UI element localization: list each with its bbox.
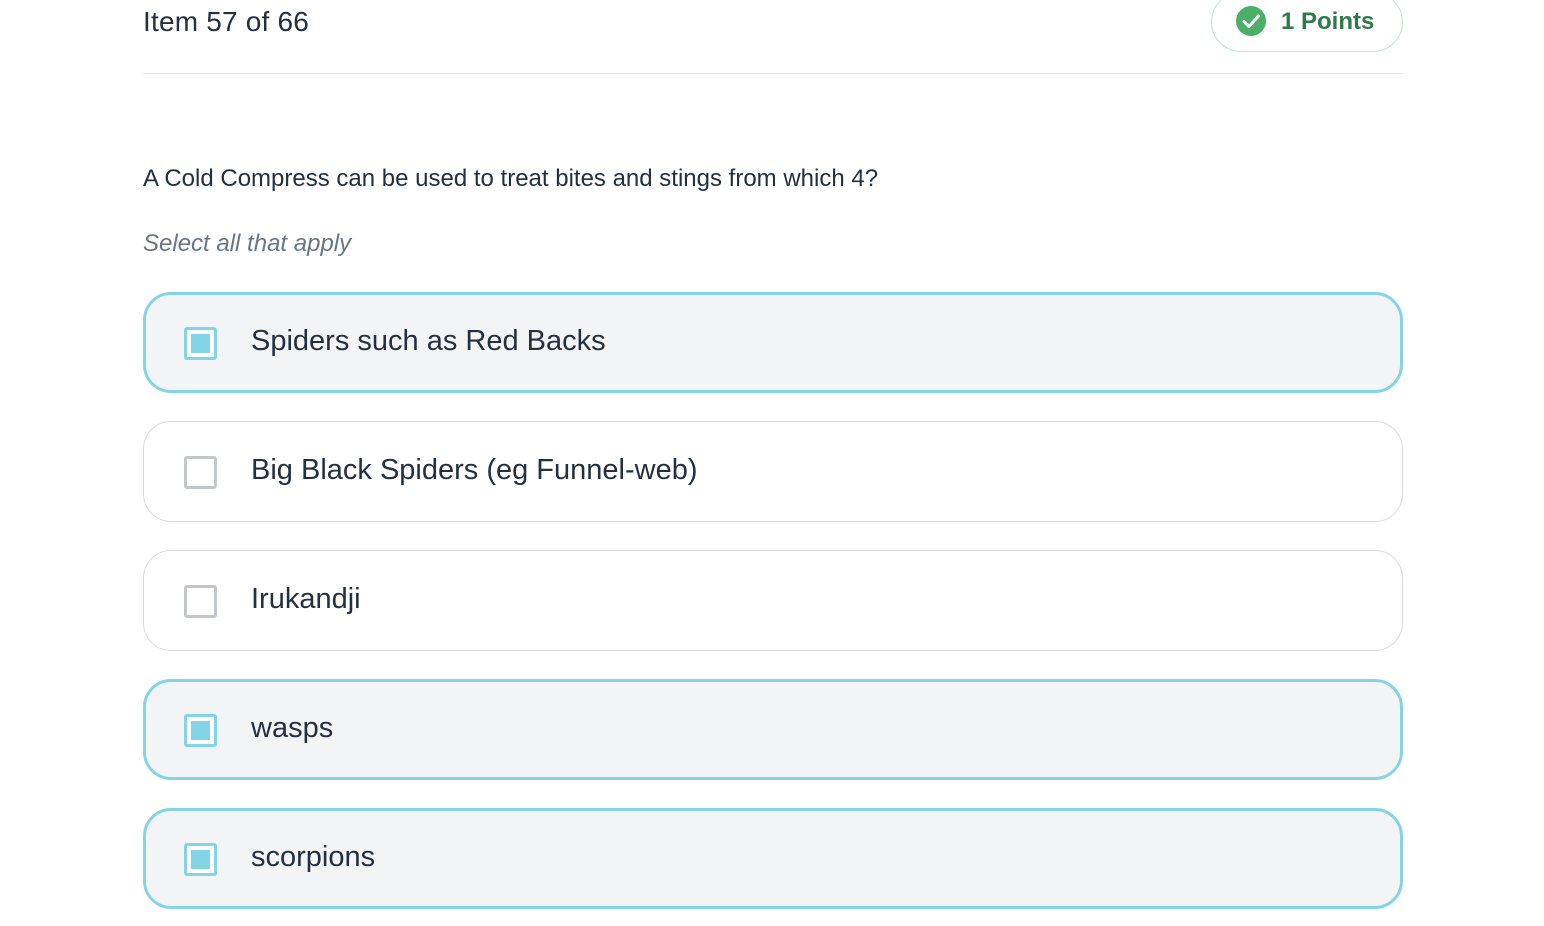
answer-options: Spiders such as Red Backs Big Black Spid… bbox=[143, 292, 1403, 926]
points-badge: 1 Points bbox=[1211, 0, 1403, 52]
answer-option-red-backs[interactable]: Spiders such as Red Backs bbox=[143, 292, 1403, 393]
answer-option-wasps[interactable]: wasps bbox=[143, 679, 1403, 780]
item-header: Item 57 of 66 1 Points bbox=[143, 0, 1403, 74]
checkbox[interactable] bbox=[184, 456, 217, 489]
option-label: Big Black Spiders (eg Funnel-web) bbox=[251, 454, 698, 486]
checkbox[interactable] bbox=[184, 585, 217, 618]
check-circle-icon bbox=[1236, 6, 1266, 36]
checkbox[interactable] bbox=[184, 843, 217, 876]
checkbox[interactable] bbox=[184, 327, 217, 360]
option-label: Spiders such as Red Backs bbox=[251, 325, 606, 357]
checkbox[interactable] bbox=[184, 714, 217, 747]
item-counter: Item 57 of 66 bbox=[143, 6, 310, 37]
quiz-page: Item 57 of 66 1 Points A Cold Compress c… bbox=[0, 0, 1544, 926]
answer-option-scorpions[interactable]: scorpions bbox=[143, 808, 1403, 909]
question-text: A Cold Compress can be used to treat bit… bbox=[143, 165, 879, 192]
points-label: 1 Points bbox=[1281, 8, 1375, 35]
question-instruction: Select all that apply bbox=[143, 230, 352, 257]
option-label: scorpions bbox=[251, 841, 376, 873]
option-label: Irukandji bbox=[251, 583, 361, 615]
answer-option-funnel-web[interactable]: Big Black Spiders (eg Funnel-web) bbox=[143, 421, 1403, 522]
answer-option-irukandji[interactable]: Irukandji bbox=[143, 550, 1403, 651]
option-label: wasps bbox=[251, 712, 334, 744]
